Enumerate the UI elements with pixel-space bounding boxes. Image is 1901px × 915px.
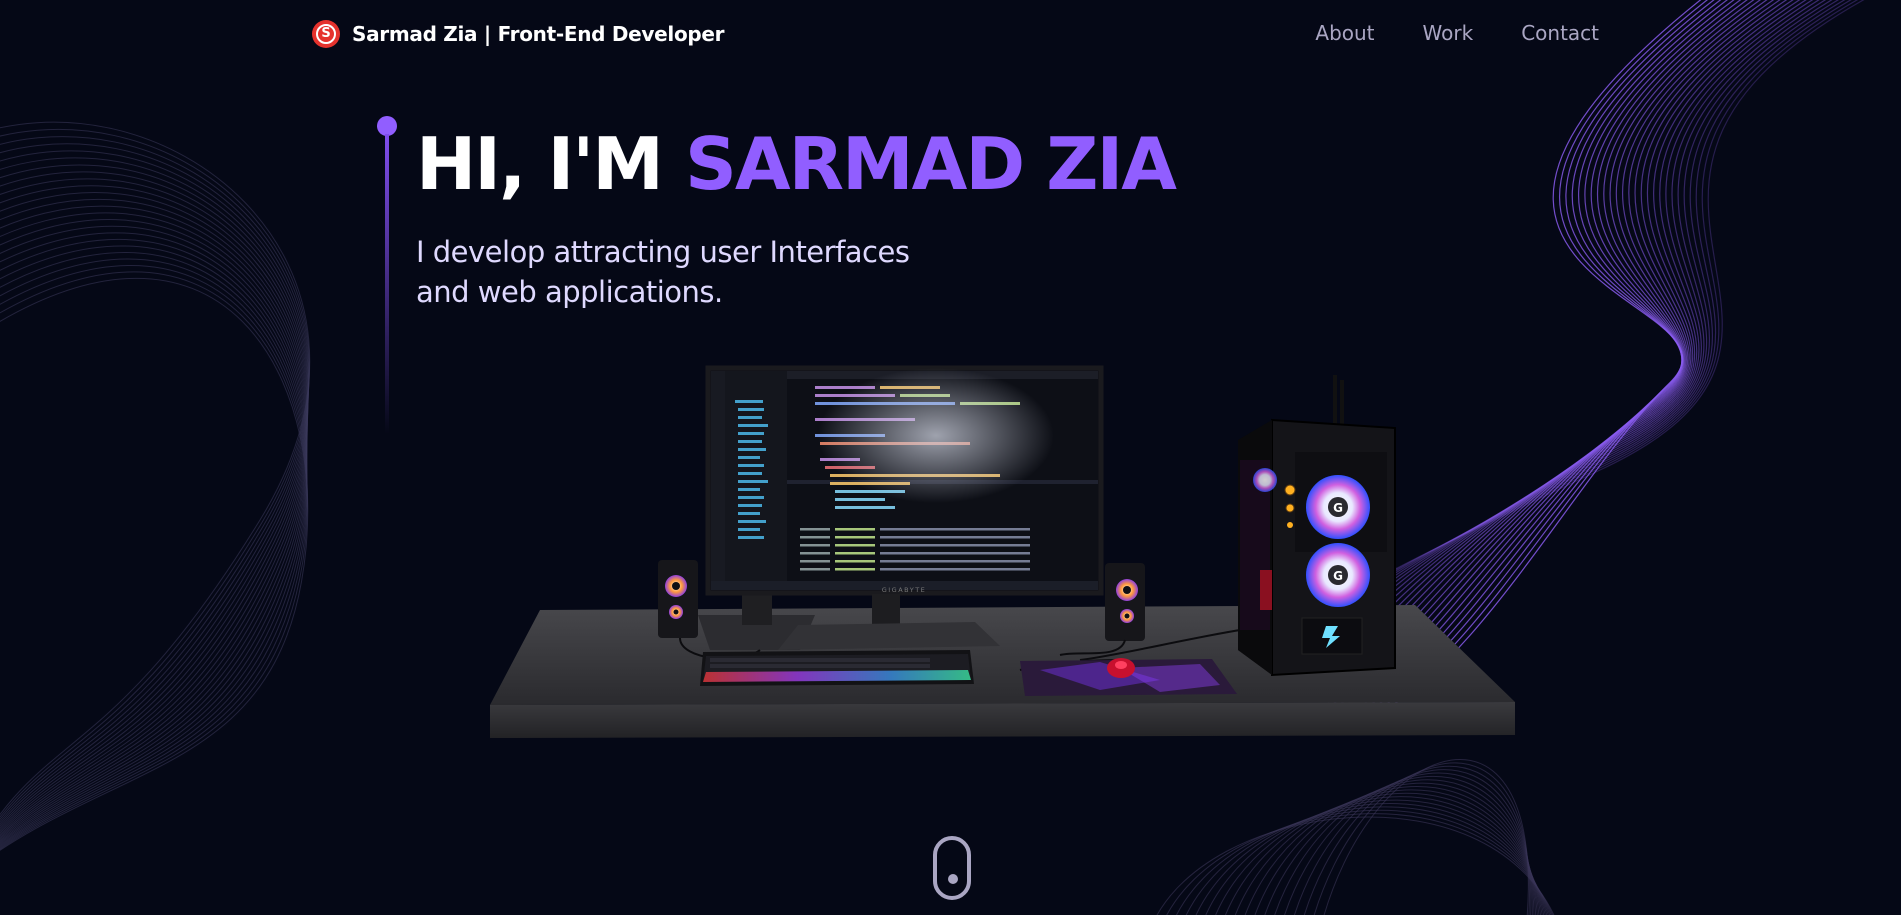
left-speaker: [658, 560, 698, 638]
hero-subtitle-line2: and web applications.: [416, 275, 723, 309]
mousepad: [1020, 658, 1237, 696]
brand-title: Sarmad Zia | Front-End Developer: [352, 22, 725, 46]
hero-title: HI, I'M SARMAD ZIA: [416, 128, 1177, 200]
nav-links: About Work Contact: [1315, 21, 1599, 45]
desk-setup-3d-canvas[interactable]: GIGABYTE G G: [480, 350, 1530, 750]
hero-accent-bar: [385, 134, 389, 434]
pc-tower: G G: [1238, 375, 1396, 677]
monitor-brand-label: GIGABYTE: [882, 586, 927, 594]
nav-link-contact[interactable]: Contact: [1521, 21, 1599, 45]
hero-subtitle-line1: I develop attracting user Interfaces: [416, 235, 910, 269]
nav-link-about[interactable]: About: [1315, 21, 1374, 45]
svg-text:G: G: [1333, 569, 1343, 583]
nav-link-work[interactable]: Work: [1423, 21, 1474, 45]
s-logo-icon: S: [312, 20, 340, 48]
scroll-down-button[interactable]: [933, 836, 971, 900]
hero-greeting: HI, I'M: [416, 122, 686, 206]
hero-accent-dot: [377, 116, 397, 136]
hero-name: SARMAD ZIA: [685, 122, 1177, 206]
hero-subtitle: I develop attracting user Interfaces and…: [416, 232, 1036, 312]
home-logo-link[interactable]: S Sarmad Zia | Front-End Developer: [312, 20, 725, 48]
svg-text:G: G: [1333, 501, 1343, 515]
mouse-scroll-icon: [948, 874, 958, 884]
navbar: S Sarmad Zia | Front-End Developer About…: [0, 0, 1901, 68]
keyboard: [700, 650, 974, 686]
hero-accent-line: [377, 116, 397, 436]
right-speaker: [1105, 563, 1145, 641]
